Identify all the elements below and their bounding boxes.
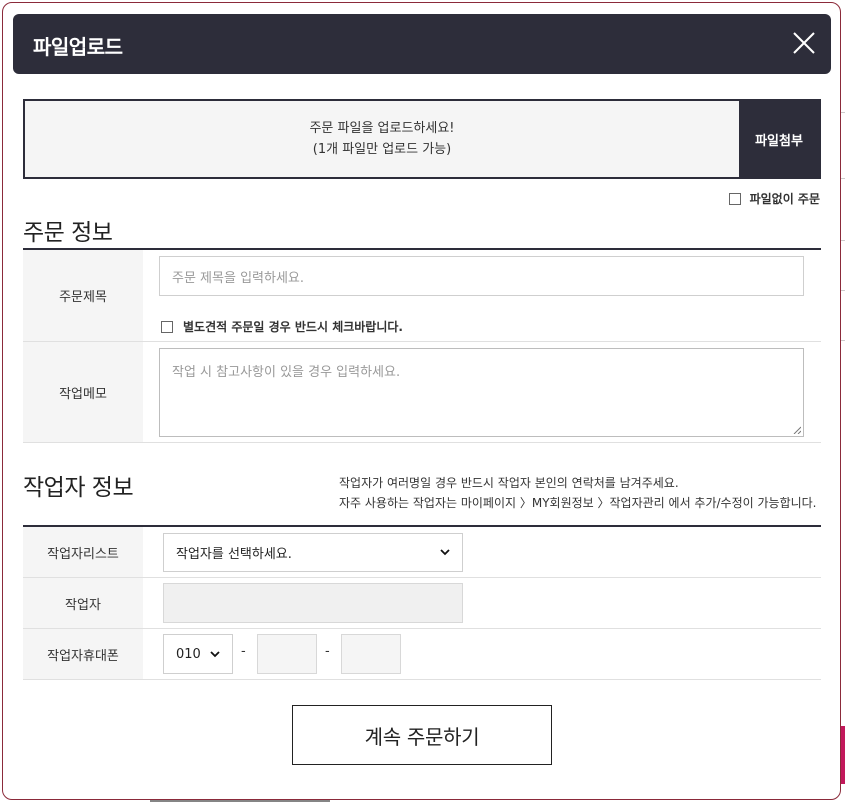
chevron-down-icon — [440, 549, 450, 556]
order-without-file-option[interactable]: 파일없이 주문 — [728, 190, 820, 207]
phone-prefix-value: 010 — [176, 646, 201, 662]
resize-grip-icon[interactable] — [793, 426, 801, 434]
separate-quote-checkbox[interactable] — [161, 320, 173, 333]
phone-dash: - — [325, 644, 330, 659]
worker-name-label: 작업자 — [23, 578, 143, 628]
worker-info-note: 작업자가 여러명일 경우 반드시 작업자 본인의 연락처를 남겨주세요. 자주 … — [339, 473, 817, 513]
upload-instruction-line2: (1개 파일만 업로드 가능) — [312, 142, 452, 157]
work-memo-placeholder: 작업 시 참고사항이 있을 경우 입력하세요. — [172, 365, 401, 380]
work-memo-textarea[interactable]: 작업 시 참고사항이 있을 경우 입력하세요. — [159, 348, 804, 437]
phone-dash: - — [241, 644, 246, 659]
upload-instructions: 주문 파일을 업로드하세요! (1개 파일만 업로드 가능) — [25, 101, 739, 177]
file-upload-modal: 파일업로드 주문 파일을 업로드하세요! (1개 파일만 업로드 가능) 파일첨… — [2, 2, 841, 800]
worker-list-select[interactable]: 작업자를 선택하세요. — [163, 533, 463, 572]
order-without-file-label: 파일없이 주문 — [749, 192, 820, 206]
worker-list-label: 작업자리스트 — [23, 527, 143, 577]
worker-phone-label: 작업자휴대폰 — [23, 629, 143, 679]
modal-header: 파일업로드 — [13, 14, 831, 74]
order-info-title: 주문 정보 — [23, 220, 113, 246]
phone-last-input — [341, 634, 401, 674]
order-title-label: 주문제목 — [23, 250, 143, 341]
worker-note-line1: 작업자가 여러명일 경우 반드시 작업자 본인의 연락처를 남겨주세요. — [339, 476, 679, 490]
separate-quote-label: 별도견적 주문일 경우 반드시 체크바랍니다. — [183, 320, 403, 334]
continue-order-button[interactable]: 계속 주문하기 — [292, 705, 552, 765]
attach-file-button[interactable]: 파일첨부 — [739, 101, 819, 177]
worker-info-title: 작업자 정보 — [23, 475, 134, 501]
upload-instruction-line1: 주문 파일을 업로드하세요! — [309, 121, 455, 136]
worker-note-line2: 자주 사용하는 작업자는 마이페이지 〉MY회원정보 〉작업자관리 에서 추가/… — [339, 496, 817, 510]
worker-name-input — [163, 583, 463, 623]
close-button[interactable] — [791, 30, 817, 56]
modal-title: 파일업로드 — [33, 35, 123, 59]
work-memo-label: 작업메모 — [23, 342, 143, 442]
order-title-input[interactable]: 주문 제목을 입력하세요. — [159, 256, 804, 296]
row-divider — [23, 679, 821, 680]
phone-prefix-select[interactable]: 010 — [163, 634, 233, 674]
phone-middle-input — [257, 634, 317, 674]
worker-list-selected: 작업자를 선택하세요. — [176, 547, 292, 562]
order-without-file-checkbox[interactable] — [728, 192, 741, 205]
separate-quote-option[interactable]: 별도견적 주문일 경우 반드시 체크바랍니다. — [161, 318, 403, 335]
upload-dropzone[interactable]: 주문 파일을 업로드하세요! (1개 파일만 업로드 가능) 파일첨부 — [23, 99, 821, 179]
chevron-down-icon — [210, 650, 220, 657]
close-icon — [793, 32, 815, 54]
row-divider — [23, 442, 821, 443]
